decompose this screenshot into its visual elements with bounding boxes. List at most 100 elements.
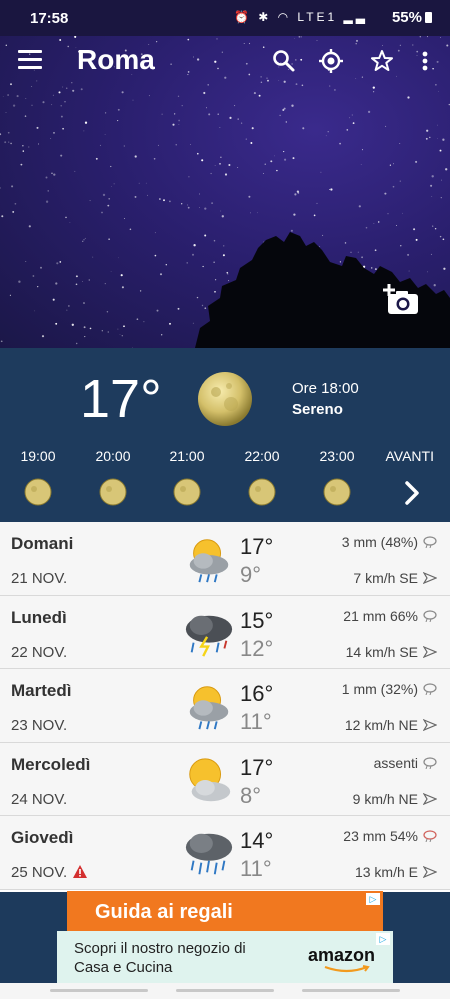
status-icons: ⏰ ✱ ◠ LTE1 ▂▃ bbox=[233, 10, 368, 24]
forecast-day: Mercoledì bbox=[11, 754, 91, 774]
forecast-wind: 9 km/h NE bbox=[352, 790, 418, 807]
amazon-smile-icon bbox=[324, 965, 370, 973]
ad-banner-text: Guida ai regali bbox=[95, 901, 233, 923]
hour-slot[interactable]: 22:00 bbox=[232, 448, 292, 509]
weather-sun-cloud-icon bbox=[189, 758, 231, 802]
hour-time: 22:00 bbox=[244, 448, 280, 464]
ad-banner-text: Scopri il nostro negozio di Casa e Cucin… bbox=[74, 940, 246, 976]
forecast-day: Domani bbox=[11, 534, 74, 553]
hour-time: 19:00 bbox=[20, 448, 56, 464]
forecast-row[interactable]: Lunedì 22 NOV. 15° 12° 21 mm 66% 14 km/h SE bbox=[0, 595, 450, 670]
moon-icon bbox=[323, 478, 351, 506]
ad-brand-logo: amazon bbox=[307, 945, 375, 965]
forecast-wind: 7 km/h SE bbox=[353, 570, 418, 586]
city-title: Roma bbox=[77, 44, 155, 75]
ad-banner-amazon[interactable]: Scopri il nostro negozio di Casa e Cucin… bbox=[57, 931, 393, 983]
forecast-temp-max: 14° bbox=[240, 828, 274, 854]
hour-time: 23:00 bbox=[319, 448, 355, 464]
hourly-strip: 19:00 20:00 21:00 22:00 23:00 AVANTI bbox=[0, 448, 450, 518]
forecast-temp-min: 11° bbox=[240, 856, 272, 882]
more-options-icon[interactable] bbox=[412, 48, 438, 74]
forecast-row[interactable]: Giovedì 25 NOV. 14° 11° 23 mm 54% 13 km/h E bbox=[0, 816, 450, 890]
forecast-date: 25 NOV. bbox=[11, 864, 88, 881]
forecast-day: Martedì bbox=[11, 681, 72, 701]
hour-slot[interactable]: 19:00 bbox=[8, 448, 68, 509]
locate-icon[interactable] bbox=[318, 48, 344, 74]
forecast-date: 24 NOV. bbox=[11, 790, 68, 808]
current-time-label: Ore 18:00 bbox=[292, 380, 359, 397]
moon-icon bbox=[24, 478, 52, 506]
forecast-temp-max: 17° bbox=[240, 534, 274, 559]
status-time: 17:58 bbox=[30, 10, 69, 27]
forecast-row[interactable]: Martedì 23 NOV. 16° 11° 1 mm (32%) 12 km/h NE bbox=[0, 669, 450, 743]
forecast-wind: 14 km/h SE bbox=[345, 643, 418, 660]
nav-home[interactable] bbox=[176, 989, 274, 992]
moon-icon bbox=[198, 372, 252, 426]
weather-alert-icon[interactable] bbox=[73, 865, 88, 879]
current-conditions-panel[interactable]: 17° Ore 18:00 Sereno 19:00 20:00 21:00 2… bbox=[0, 348, 450, 522]
wind-direction-icon bbox=[423, 792, 437, 805]
status-bar: 17:58 ⏰ ✱ ◠ LTE1 ▂▃ 55% bbox=[0, 0, 450, 36]
nav-recents[interactable] bbox=[50, 989, 148, 992]
forecast-precipitation: 21 mm 66% bbox=[343, 607, 418, 624]
hour-slot[interactable]: 21:00 bbox=[157, 448, 217, 509]
forecast-temp-min: 8° bbox=[240, 782, 262, 808]
forecast-temp-min: 9° bbox=[240, 562, 262, 587]
forecast-date: 22 NOV. bbox=[11, 643, 68, 661]
rain-cloud-icon bbox=[423, 536, 437, 548]
forecast-temp-min: 12° bbox=[240, 635, 274, 661]
moon-icon bbox=[99, 478, 127, 506]
forecast-precipitation: 3 mm (48%) bbox=[341, 534, 418, 550]
rain-cloud-icon bbox=[423, 683, 437, 696]
nav-back[interactable] bbox=[302, 989, 400, 992]
app-bar: Roma bbox=[0, 36, 450, 88]
forecast-precipitation: 23 mm 54% bbox=[343, 828, 418, 845]
forecast-date: 21 NOV. bbox=[11, 570, 68, 587]
forecast-precipitation: 1 mm (32%) bbox=[341, 681, 418, 698]
weather-sun-cloud-rain-icon bbox=[189, 686, 229, 730]
rain-cloud-icon bbox=[423, 757, 437, 769]
weather-heavy-rain-icon bbox=[185, 834, 233, 875]
add-photo-icon[interactable] bbox=[382, 282, 420, 316]
battery-icon bbox=[425, 12, 432, 23]
forecast-wind: 12 km/h NE bbox=[344, 717, 418, 734]
current-temperature: 17° bbox=[80, 369, 162, 429]
forecast-day: Lunedì bbox=[11, 607, 67, 627]
hour-slot[interactable]: 20:00 bbox=[83, 448, 143, 509]
rain-cloud-icon bbox=[423, 830, 437, 843]
adchoices-icon[interactable]: ▷ bbox=[376, 933, 390, 945]
forecast-wind: 13 km/h E bbox=[354, 864, 418, 881]
moon-icon bbox=[248, 478, 276, 506]
battery-level: 55% bbox=[392, 9, 432, 26]
hour-time: 20:00 bbox=[95, 448, 131, 464]
forecast-day: Giovedì bbox=[11, 828, 74, 848]
daily-forecast-list: Domani 21 NOV. 17° 9° 3 mm (48%) 7 km/h SE Lun… bbox=[0, 522, 450, 892]
wind-direction-icon bbox=[423, 866, 437, 879]
hour-time: 21:00 bbox=[169, 448, 205, 464]
next-hours-button[interactable]: AVANTI bbox=[386, 448, 435, 464]
hour-slot[interactable]: 23:00 bbox=[307, 448, 367, 509]
forecast-row[interactable]: Mercoledì 24 NOV. 17° 8° assenti 9 km/h NE bbox=[0, 742, 450, 817]
forecast-date: 23 NOV. bbox=[11, 717, 68, 735]
search-icon[interactable] bbox=[271, 48, 297, 74]
adchoices-icon[interactable]: ▷ bbox=[366, 893, 380, 905]
forecast-temp-min: 11° bbox=[240, 709, 272, 735]
wind-direction-icon bbox=[423, 645, 437, 658]
wind-direction-icon bbox=[423, 572, 437, 584]
favorite-star-icon[interactable] bbox=[369, 48, 395, 74]
rain-cloud-icon bbox=[423, 609, 437, 622]
forecast-temp-max: 15° bbox=[240, 607, 274, 633]
current-condition: Sereno bbox=[292, 401, 343, 418]
menu-icon[interactable] bbox=[18, 50, 42, 72]
weather-sun-cloud-rain-icon bbox=[189, 539, 229, 583]
forecast-temp-max: 17° bbox=[240, 754, 274, 780]
chevron-right-icon[interactable] bbox=[404, 480, 420, 506]
system-nav-bar bbox=[0, 983, 450, 999]
forecast-temp-max: 16° bbox=[240, 681, 274, 707]
weather-thunderstorm-icon bbox=[185, 615, 233, 657]
wind-direction-icon bbox=[423, 719, 437, 732]
moon-icon bbox=[173, 478, 201, 506]
ad-banner-gifts[interactable]: Guida ai regali ▷ bbox=[67, 891, 383, 931]
forecast-precipitation: assenti bbox=[373, 754, 418, 771]
forecast-row[interactable]: Domani 21 NOV. 17° 9° 3 mm (48%) 7 km/h SE bbox=[0, 522, 450, 596]
